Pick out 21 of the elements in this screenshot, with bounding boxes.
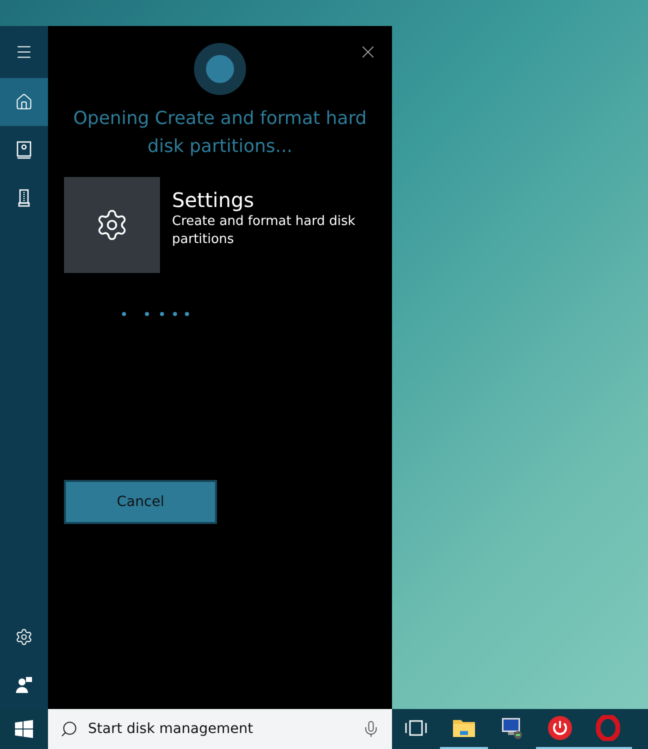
status-heading: Opening Create and format hard disk partitions... bbox=[72, 107, 368, 159]
windows-logo-icon bbox=[15, 720, 33, 738]
result-description: Create and format hard disk partitions bbox=[172, 213, 356, 249]
result-title: Settings bbox=[172, 187, 256, 213]
feedback-icon bbox=[15, 676, 33, 694]
task-view-icon bbox=[405, 720, 427, 736]
monitor-icon bbox=[500, 716, 524, 740]
power-icon bbox=[547, 715, 573, 741]
opera-icon bbox=[596, 715, 620, 741]
folder-icon bbox=[452, 718, 476, 738]
loading-dots-icon bbox=[122, 311, 190, 317]
home-icon bbox=[15, 93, 33, 111]
app-tile[interactable] bbox=[64, 177, 160, 273]
cancel-button[interactable]: Cancel bbox=[64, 480, 217, 524]
notebook-icon bbox=[16, 141, 32, 159]
search-icon bbox=[60, 720, 78, 738]
settings-icon bbox=[15, 628, 33, 646]
cortana-ring-icon bbox=[194, 43, 246, 95]
search-field[interactable]: Start disk management bbox=[88, 721, 352, 737]
tower-icon bbox=[18, 189, 30, 207]
search-box[interactable]: Start disk management bbox=[48, 709, 392, 749]
